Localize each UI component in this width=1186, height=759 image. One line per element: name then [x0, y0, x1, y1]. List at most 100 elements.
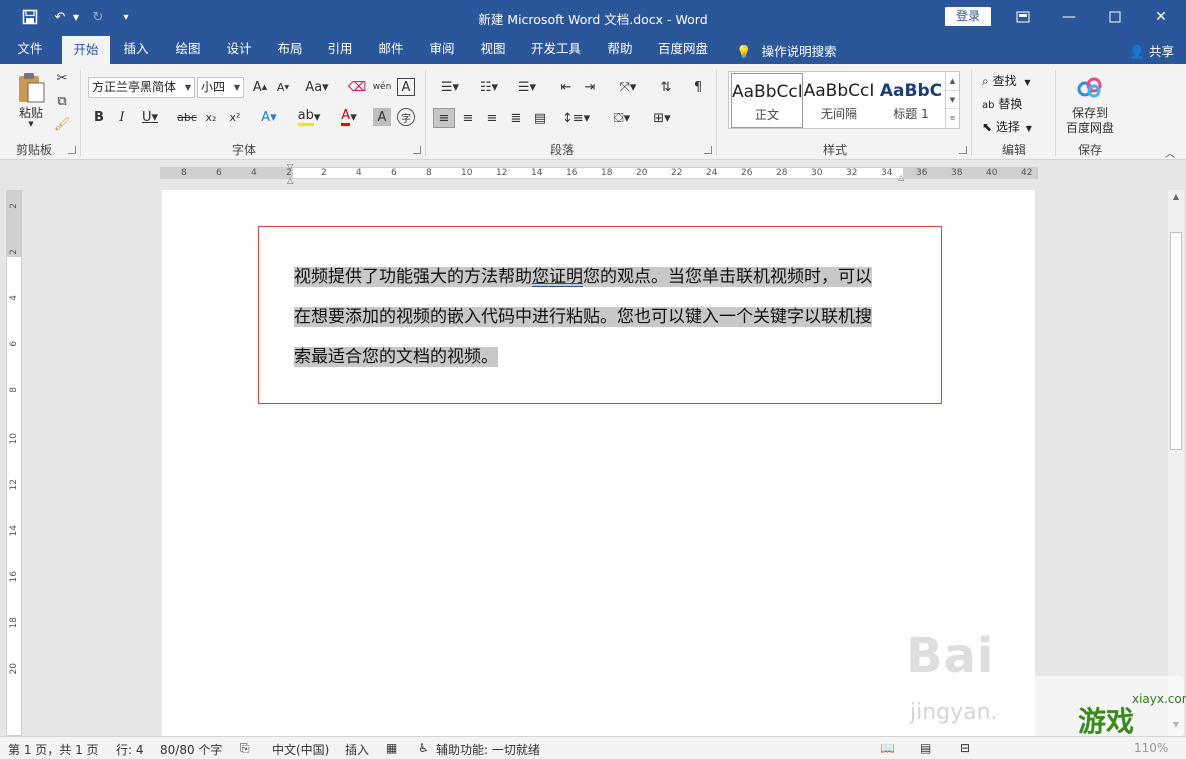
macro-icon[interactable]: ▦ [386, 741, 397, 755]
baidu-netdisk-icon[interactable] [1076, 74, 1104, 100]
insert-mode[interactable]: 插入 [345, 741, 369, 758]
cut-icon[interactable]: ✂ [54, 70, 70, 86]
tell-me-search[interactable]: 💡 操作说明搜索 [736, 41, 837, 60]
tab-mailings[interactable]: 邮件 [369, 34, 413, 64]
close-icon[interactable]: ✕ [1138, 0, 1184, 34]
superscript-icon[interactable]: x² [226, 108, 244, 126]
bullets-icon[interactable]: ☰▾ [433, 78, 467, 96]
shrink-font-icon[interactable]: A ▼ [274, 78, 292, 96]
text-effects-icon[interactable]: A▾ [256, 108, 282, 126]
chinese-layout-icon[interactable]: ⤧▾ [612, 78, 644, 96]
scroll-up-icon[interactable]: ▲ [1168, 192, 1184, 206]
hanging-indent-marker[interactable]: △ [287, 176, 293, 185]
highlight-color-icon[interactable]: ab ▾ [292, 108, 326, 126]
undo-dropdown-icon[interactable]: ▼ [66, 7, 86, 27]
vertical-ruler[interactable]: 2 2 4 6 8 10 12 14 16 18 20 [6, 190, 22, 736]
tab-draw[interactable]: 绘图 [166, 34, 210, 64]
clear-formatting-icon[interactable]: ⌫ [348, 78, 366, 96]
style-no-spacing[interactable]: AaBbCcI 无间隔 [803, 73, 875, 128]
save-icon[interactable] [20, 7, 40, 27]
paste-icon[interactable] [14, 70, 48, 104]
tab-view[interactable]: 视图 [471, 34, 515, 64]
text-box[interactable]: 视频提供了功能强大的方法帮助您证明您的观点。当您单击联机视频时，可以 在想要添加… [258, 226, 942, 404]
multilevel-list-icon[interactable]: ☰▾ [510, 78, 544, 96]
font-name-combo[interactable]: 方正兰亭黑简体 ▼ [88, 77, 195, 98]
borders-icon[interactable]: ⊞▾ [645, 108, 679, 128]
font-color-icon[interactable]: A ▾ [334, 108, 364, 126]
clipboard-launcher-icon[interactable] [68, 146, 76, 154]
tab-developer[interactable]: 开发工具 [524, 34, 588, 64]
distributed-icon[interactable]: ▤ [530, 108, 550, 128]
format-painter-icon[interactable]: 🖌 [54, 116, 71, 132]
collapse-ribbon-icon[interactable]: ︿ [1162, 146, 1178, 160]
login-button[interactable]: 登录 [945, 7, 991, 26]
minimize-icon[interactable]: — [1046, 0, 1092, 34]
align-left-icon[interactable]: ≡ [433, 108, 455, 128]
document-page[interactable]: 视频提供了功能强大的方法帮助您证明您的观点。当您单击联机视频时，可以 在想要添加… [162, 190, 1035, 736]
scroll-thumb[interactable] [1170, 232, 1182, 450]
font-launcher-icon[interactable] [413, 146, 421, 154]
bold-icon[interactable]: B [91, 108, 107, 126]
tab-file[interactable]: 文件 [8, 34, 52, 64]
tab-insert[interactable]: 插入 [116, 34, 156, 64]
character-shading-icon[interactable]: A [373, 108, 391, 126]
share-button[interactable]: 👤 共享 [1129, 41, 1174, 60]
read-mode-icon[interactable]: 📖 [880, 741, 895, 755]
print-layout-icon[interactable]: ▤ [920, 741, 931, 755]
replace-button[interactable]: ab 替换 [982, 95, 1022, 112]
page-count[interactable]: 第 1 页，共 1 页 [8, 741, 99, 758]
vertical-scrollbar[interactable]: ▲ ▼ [1168, 190, 1184, 736]
underline-icon[interactable]: U▾ [139, 108, 161, 126]
shading-icon[interactable]: ⛋▾ [604, 108, 640, 128]
tab-baidu-netdisk[interactable]: 百度网盘 [652, 34, 714, 64]
document-paragraph[interactable]: 视频提供了功能强大的方法帮助您证明您的观点。当您单击联机视频时，可以 在想要添加… [294, 257, 898, 377]
paste-dropdown-icon[interactable]: ▼ [26, 119, 36, 129]
tab-references[interactable]: 引用 [318, 34, 362, 64]
style-heading-1[interactable]: AaBbC 标题 1 [875, 73, 947, 128]
italic-icon[interactable]: I [114, 108, 130, 126]
strikethrough-icon[interactable]: abc [177, 108, 197, 126]
numbering-icon[interactable]: ☷▾ [472, 78, 506, 96]
web-layout-icon[interactable]: ⊟ [960, 741, 970, 755]
tab-help[interactable]: 帮助 [598, 34, 642, 64]
align-right-icon[interactable]: ≡ [482, 108, 502, 128]
language[interactable]: 中文(中国) [272, 741, 329, 758]
show-marks-icon[interactable]: ¶ [688, 78, 708, 96]
increase-indent-icon[interactable]: ⇥ [580, 78, 600, 96]
decrease-indent-icon[interactable]: ⇤ [556, 78, 576, 96]
gallery-up-icon[interactable]: ▲ [946, 72, 959, 90]
gallery-scrollbar[interactable]: ▲ ▼ ≡ [945, 72, 959, 128]
subscript-icon[interactable]: x₂ [202, 108, 220, 126]
customize-qat-icon[interactable]: ▾ [116, 7, 136, 27]
line-number[interactable]: 行: 4 [116, 741, 144, 758]
paragraph-launcher-icon[interactable] [704, 146, 712, 154]
styles-launcher-icon[interactable] [959, 146, 967, 154]
phonetic-guide-icon[interactable]: wén [372, 78, 392, 96]
style-normal[interactable]: AaBbCcI 正文 [731, 73, 803, 128]
grammar-flag-text[interactable]: 您证明 [532, 267, 583, 287]
align-center-icon[interactable]: ≡ [458, 108, 478, 128]
grow-font-icon[interactable]: A ▲ [251, 78, 269, 96]
maximize-icon[interactable] [1092, 0, 1138, 34]
redo-icon[interactable]: ↻ [88, 7, 108, 27]
copy-icon[interactable]: ⧉ [54, 93, 70, 109]
proofing-icon[interactable]: ⎘ [240, 741, 250, 756]
gallery-more-icon[interactable]: ≡ [946, 108, 959, 126]
change-case-icon[interactable]: Aa▾ [302, 78, 332, 96]
word-count[interactable]: 80/80 个字 [160, 741, 222, 758]
right-indent-marker[interactable]: △ [898, 173, 904, 182]
accessibility-icon[interactable]: ♿ [418, 741, 429, 755]
tab-home[interactable]: 开始 [62, 36, 110, 64]
character-border-icon[interactable]: A [397, 78, 415, 96]
accessibility-status[interactable]: 辅助功能: 一切就绪 [436, 741, 540, 758]
enclose-characters-icon[interactable]: 字 [397, 108, 415, 126]
first-line-indent-marker[interactable]: ▽ [287, 162, 293, 171]
justify-icon[interactable]: ≣ [506, 108, 526, 128]
gallery-down-icon[interactable]: ▼ [946, 90, 959, 108]
zoom-level[interactable]: 110% [1134, 741, 1168, 755]
line-spacing-icon[interactable]: ↕≡▾ [560, 108, 592, 128]
save-to-label-2[interactable]: 百度网盘 [1062, 120, 1118, 135]
font-size-combo[interactable]: 小四 ▼ [197, 77, 244, 98]
tab-layout[interactable]: 布局 [268, 34, 312, 64]
save-to-label-1[interactable]: 保存到 [1062, 105, 1118, 120]
